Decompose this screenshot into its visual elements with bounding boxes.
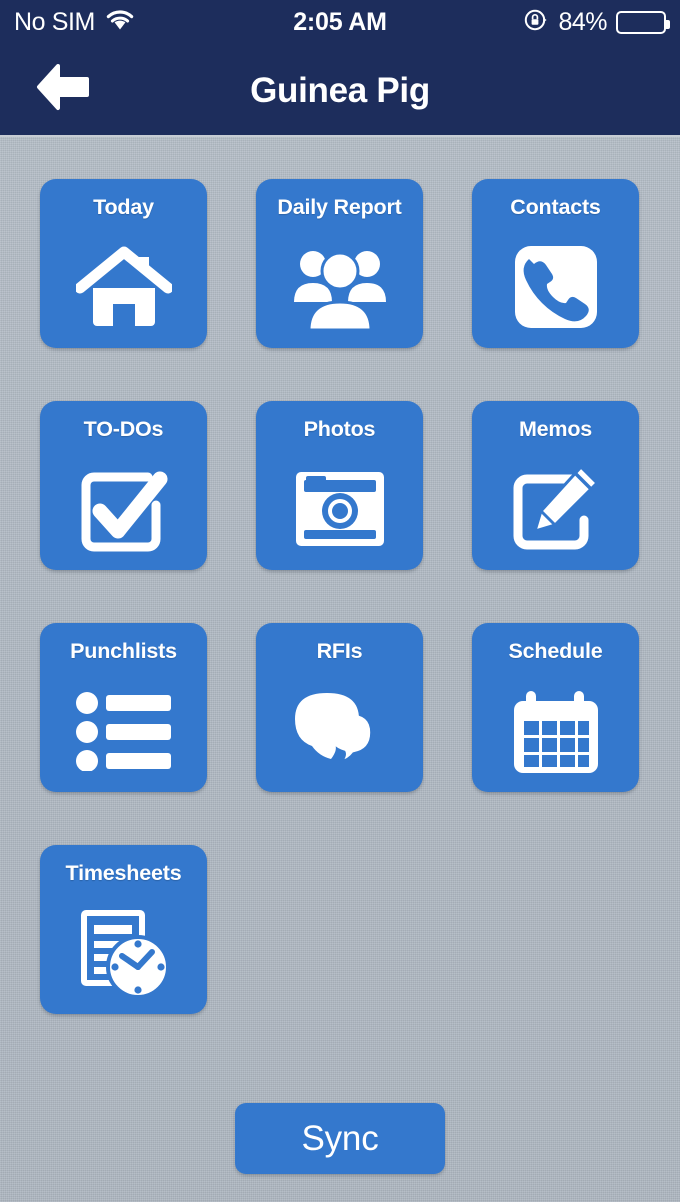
tile-label: Contacts <box>510 195 601 219</box>
tile-label: Photos <box>303 417 376 441</box>
tile-timesheets[interactable]: Timesheets <box>40 845 207 1014</box>
tile-label: Schedule <box>508 639 603 663</box>
tile-punchlists[interactable]: Punchlists <box>40 623 207 792</box>
rotation-lock-icon <box>523 7 549 38</box>
tile-photos[interactable]: Photos <box>256 401 423 570</box>
sync-button-label: Sync <box>301 1118 379 1158</box>
navigation-bar: Guinea Pig <box>0 44 680 137</box>
battery-icon <box>616 10 670 34</box>
status-bar-right: 84% <box>523 0 670 44</box>
tile-label: Timesheets <box>65 861 182 885</box>
checkbox-check-icon <box>72 457 176 561</box>
calendar-icon <box>504 679 608 783</box>
app-tile-grid: Today Daily Report Contacts TO-DOs Photo… <box>40 179 640 1014</box>
clock-label: 2:05 AM <box>293 7 387 36</box>
sync-button[interactable]: Sync <box>235 1103 445 1174</box>
tile-label: Today <box>93 195 154 219</box>
tile-contacts[interactable]: Contacts <box>472 179 639 348</box>
tile-rfis[interactable]: RFIs <box>256 623 423 792</box>
tile-daily-report[interactable]: Daily Report <box>256 179 423 348</box>
home-icon <box>72 235 176 339</box>
tile-label: Punchlists <box>70 639 177 663</box>
phone-icon <box>504 235 608 339</box>
camera-icon <box>288 457 392 561</box>
battery-percent-label: 84% <box>558 7 607 36</box>
page-title: Guinea Pig <box>250 70 430 110</box>
tile-schedule[interactable]: Schedule <box>472 623 639 792</box>
tile-today[interactable]: Today <box>40 179 207 348</box>
tile-label: TO-DOs <box>83 417 164 441</box>
tile-label: RFIs <box>316 639 363 663</box>
tile-label: Daily Report <box>277 195 402 219</box>
people-group-icon <box>288 235 392 339</box>
status-bar: No SIM 2:05 AM 84% <box>0 0 680 44</box>
speech-bubbles-icon <box>288 679 392 783</box>
note-pencil-icon <box>504 457 608 561</box>
tile-todos[interactable]: TO-DOs <box>40 401 207 570</box>
tile-memos[interactable]: Memos <box>472 401 639 570</box>
bulleted-list-icon <box>72 679 176 783</box>
document-clock-icon <box>72 901 176 1005</box>
tile-label: Memos <box>518 417 593 441</box>
